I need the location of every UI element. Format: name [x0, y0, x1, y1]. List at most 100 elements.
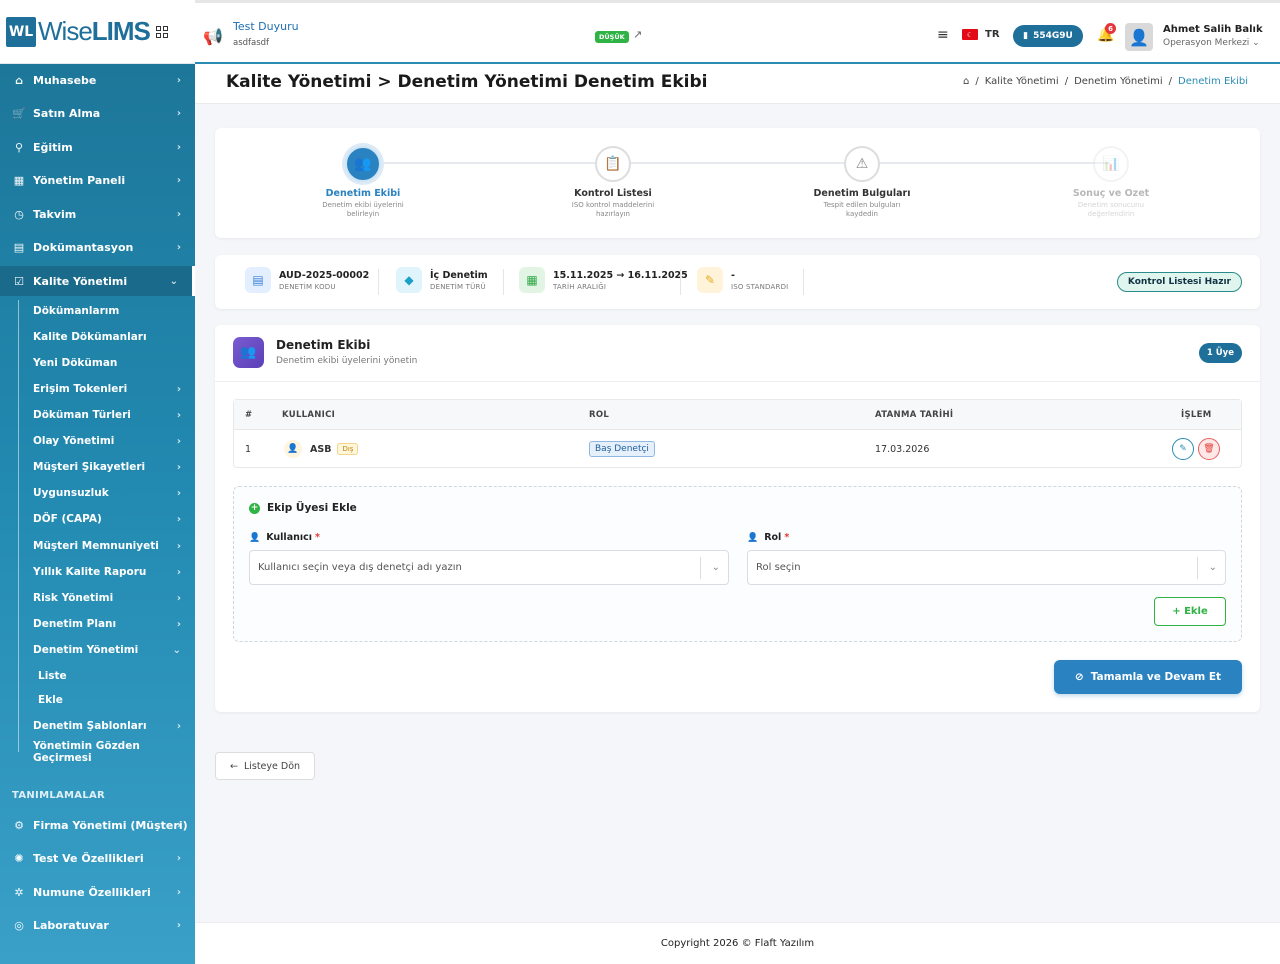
document-icon: ▤ — [245, 267, 271, 293]
chevron-down-icon: ⌄ — [711, 562, 720, 573]
sidebar-item-dokumantasyon[interactable]: ▤ Dokümantasyon › — [0, 232, 195, 262]
submenu-item[interactable]: Dökümanlarım — [33, 300, 195, 322]
breadcrumb-item[interactable]: Kalite Yönetimi — [985, 76, 1059, 87]
submenu-item[interactable]: Döküman Türleri › — [33, 404, 195, 426]
role-select[interactable]: Rol seçin ⌄ — [747, 550, 1226, 585]
sidebar-item-kalite-yonetimi[interactable]: ☑ Kalite Yönetimi ⌄ — [0, 266, 195, 296]
sidebar-item-satin-alma[interactable]: 🛒 Satın Alma › — [0, 98, 195, 128]
user-role-dropdown[interactable]: Operasyon Merkezi ⌄ — [1163, 38, 1260, 48]
sidebar-item-muhasebe[interactable]: ⌂ Muhasebe › — [0, 65, 195, 95]
audit-iso: ✎ - ISO STANDARDI — [697, 267, 788, 293]
test-icon: ✺ — [14, 851, 24, 865]
submenu-item-liste[interactable]: Liste — [38, 665, 195, 687]
sidebar-item-test[interactable]: ✺ Test Ve Özellikleri › — [0, 843, 195, 873]
logo[interactable]: WL WiseLIMS — [0, 0, 195, 64]
calculator-icon: ⌂ — [15, 73, 23, 87]
step-denetim-bulgulari[interactable]: ⚠ Denetim Bulguları Tespit edilen bulgul… — [782, 146, 942, 219]
chevron-right-icon: › — [176, 74, 181, 86]
chevron-right-icon: › — [176, 174, 181, 186]
chevron-right-icon: › — [176, 435, 181, 447]
quality-icon: ☑ — [14, 274, 24, 288]
logo-badge: WL — [6, 16, 36, 47]
sidebar-item-egitim[interactable]: ⚲ Eğitim › — [0, 132, 195, 162]
calendar-icon: ▦ — [519, 267, 545, 293]
add-member-form: + Ekip Üyesi Ekle 👤 Kullanıcı * Kullanıcı s… — [233, 486, 1242, 642]
submenu-item[interactable]: Müşteri Şikayetleri › — [33, 456, 195, 478]
apps-grid-icon[interactable] — [155, 25, 168, 38]
certificate-icon: ✎ — [697, 267, 723, 293]
submenu-item-denetim-yonetimi[interactable]: Denetim Yönetimi ⌄ — [33, 639, 195, 661]
team-icon: 👥 — [233, 337, 264, 368]
document-icon: ▤ — [13, 240, 25, 254]
external-tag: Dış — [337, 443, 359, 455]
submenu-item[interactable]: Uygunsuzluk › — [33, 482, 195, 504]
submenu-item[interactable]: Müşteri Memnuniyeti › — [33, 535, 195, 557]
submenu-item[interactable]: Yıllık Kalite Raporu › — [33, 561, 195, 583]
step-kontrol-listesi[interactable]: 📋 Kontrol Listesi ISO kontrol maddelerin… — [533, 146, 693, 219]
chevron-right-icon: › — [176, 720, 181, 732]
top-header: 📢 Test Duyuru asdfasdf DÜŞÜK ↗ ≡ ☾ TR ▮ 5… — [195, 0, 1280, 64]
row-date: 17.03.2026 — [875, 443, 930, 455]
home-icon[interactable]: ⌂ — [963, 76, 969, 87]
step-denetim-ekibi[interactable]: 👥 Denetim Ekibi Denetim ekibi üyelerini … — [283, 146, 443, 219]
column-header: # — [245, 410, 253, 420]
back-to-list-button[interactable]: ← Listeye Dön — [215, 752, 315, 780]
chevron-right-icon: › — [176, 592, 181, 604]
logo-text: WiseLIMS — [38, 16, 151, 46]
audit-code: ▤ AUD-2025-00002 DENETİM KODU — [245, 267, 369, 293]
avatar[interactable]: 👤 — [1125, 23, 1153, 51]
chevron-right-icon: › — [176, 540, 181, 552]
session-code-pill[interactable]: ▮ 554G9U — [1013, 25, 1083, 47]
user-select[interactable]: Kullanıcı seçin veya dış denetçi adı yaz… — [249, 550, 729, 585]
lab-icon: ◎ — [14, 918, 24, 932]
hamburger-menu-icon[interactable]: ≡ — [937, 27, 949, 43]
submenu-item[interactable]: DÖF (CAPA) › — [33, 508, 195, 530]
add-member-title: + Ekip Üyesi Ekle — [249, 502, 357, 514]
chevron-right-icon: › — [176, 513, 181, 525]
turkey-flag-icon[interactable]: ☾ — [962, 29, 978, 40]
announcement-subtitle: asdfasdf — [233, 38, 270, 48]
device-icon: ▮ — [1023, 31, 1029, 41]
submenu-item[interactable]: Yeni Döküman — [33, 352, 195, 374]
user-icon: 👤 — [284, 440, 302, 458]
column-header: ATANMA TARİHİ — [875, 410, 954, 420]
submenu-item[interactable]: Denetim Şablonları › — [33, 715, 195, 737]
chevron-right-icon: › — [176, 852, 181, 864]
submenu-item[interactable]: Risk Yönetimi › — [33, 587, 195, 609]
breadcrumb-item[interactable]: Denetim Yönetimi — [1074, 76, 1163, 87]
announcement-title[interactable]: Test Duyuru — [233, 20, 299, 33]
delete-icon[interactable]: 🗑 — [1198, 438, 1220, 460]
sidebar-item-firma[interactable]: ⚙ Firma Yönetimi (Müşteri) › — [0, 810, 195, 840]
sidebar-item-numune[interactable]: ✲ Numune Özellikleri › — [0, 877, 195, 907]
submenu-item[interactable]: Olay Yönetimi › — [33, 430, 195, 452]
submenu-item[interactable]: Yönetimin Gözden Geçirmesi — [33, 740, 195, 764]
sidebar-item-yonetim-paneli[interactable]: ▦ Yönetim Paneli › — [0, 165, 195, 195]
edit-icon[interactable]: ✎ — [1172, 438, 1194, 460]
submenu-item[interactable]: Denetim Planı › — [33, 613, 195, 635]
chevron-down-icon: ⌄ — [1208, 562, 1217, 573]
team-icon: 👥 — [345, 146, 381, 182]
column-header: İŞLEM — [1181, 410, 1212, 420]
complete-continue-button[interactable]: ⊘ Tamamla ve Devam Et — [1054, 660, 1242, 694]
language-selector[interactable]: TR — [985, 29, 1000, 40]
external-link-icon[interactable]: ↗ — [633, 28, 642, 41]
column-header: ROL — [589, 410, 610, 420]
user-icon: 👤 — [249, 532, 261, 543]
chevron-right-icon: › — [176, 208, 181, 220]
step-sonuc-ozet[interactable]: 📊 Sonuç ve Özet Denetim sonucunu değerle… — [1031, 146, 1191, 219]
search-icon: ⚲ — [14, 140, 24, 154]
submenu-item[interactable]: Erişim Tokenleri › — [33, 378, 195, 400]
add-member-button[interactable]: + Ekle — [1154, 597, 1226, 626]
company-icon: ⚙ — [14, 818, 24, 832]
user-name[interactable]: Ahmet Salih Balık — [1163, 24, 1263, 35]
submenu-item-ekle[interactable]: Ekle — [38, 689, 195, 711]
submenu-item[interactable]: Kalite Dökümanları — [33, 326, 195, 348]
chevron-right-icon: › — [176, 618, 181, 630]
team-card: 👥 Denetim Ekibi Denetim ekibi üyelerini … — [215, 325, 1260, 712]
audit-info-bar: ▤ AUD-2025-00002 DENETİM KODU ◆ İç Deneti… — [215, 255, 1260, 309]
sidebar-item-laboratuvar[interactable]: ◎ Laboratuvar › — [0, 910, 195, 940]
megaphone-icon: 📢 — [203, 27, 223, 46]
sidebar-item-takvim[interactable]: ◷ Takvim › — [0, 199, 195, 229]
plus-circle-icon: + — [249, 502, 260, 514]
chevron-right-icon: › — [176, 886, 181, 898]
